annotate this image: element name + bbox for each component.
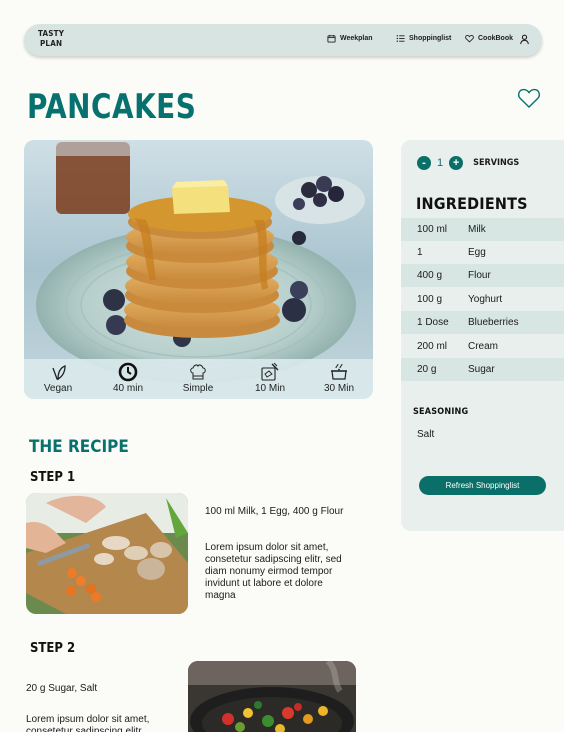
clock-icon [118,362,138,382]
nav-cookbook[interactable]: CookBook [465,34,513,43]
ingredient-name: Yoghurt [468,294,503,305]
ingredient-amount: 400 g [417,270,443,281]
ingredient-row: 200 ml Cream [401,335,564,358]
servings-minus-button[interactable]: - [417,156,431,170]
pan-vegetables-photo [188,661,356,732]
info-prep-label: 10 Min [254,383,285,394]
favorite-heart-icon[interactable] [517,87,541,109]
nav-shoppinglist-label: Shoppinglist [409,35,452,42]
ingredient-name: Flour [468,270,491,281]
info-time: 40 min [98,362,158,394]
ingredient-row: 100 ml Milk [401,218,564,241]
logo[interactable]: TASTY PLAN [38,29,64,49]
page-title: PANCAKES [27,88,197,127]
info-prep: 10 Min [240,362,300,394]
logo-line1: TASTY [38,29,65,38]
chopping-vegetables-photo [26,493,188,614]
ingredient-row: 1 Egg [401,241,564,264]
ingredient-amount: 100 ml [417,224,448,235]
nav-shoppinglist[interactable]: Shoppinglist [396,34,451,43]
info-difficulty-label: Simple [182,383,214,394]
ingredient-name: Blueberries [468,317,519,328]
info-cook: 30 Min [309,362,369,394]
ingredient-amount: 1 [417,247,423,258]
user-icon[interactable] [519,34,530,45]
step-1-ingredients: 100 ml Milk, 1 Egg, 400 g Flour [205,506,344,517]
ingredient-row: 400 g Flour [401,264,564,287]
info-difficulty: Simple [168,362,228,394]
servings-count: 1 [437,157,444,169]
top-nav: TASTY PLAN Weekplan Shoppinglist CookBoo… [24,24,542,56]
ingredient-name: Cream [468,341,499,352]
seasoning-title: SEASONING [413,407,469,417]
prep-board-icon [261,362,279,381]
list-icon [396,35,405,42]
ingredient-amount: 100 g [417,294,443,305]
step-2-image [188,661,356,732]
ingredient-row: 100 g Yoghurt [401,288,564,311]
recipe-heading: THE RECIPE [29,437,129,457]
ingredient-amount: 1 Dose [417,317,449,328]
hero-image: Vegan 40 min Simple 10 Min 30 Min [24,140,373,399]
nav-weekplan[interactable]: Weekplan [327,34,373,43]
info-time-label: 40 min [112,383,143,394]
ingredient-name: Sugar [468,364,495,375]
step-2-ingredients: 20 g Sugar, Salt [26,683,98,694]
refresh-shoppinglist-button[interactable]: Refresh Shoppinglist [419,476,546,495]
vegan-leaf-icon [52,365,66,381]
ingredient-name: Milk [468,224,486,235]
step-2-text: Lorem ipsum dolor sit amet, consetetur s… [26,714,150,732]
ingredient-amount: 200 ml [417,341,448,352]
info-vegan-label: Vegan [43,383,73,394]
recipe-info-bar: Vegan 40 min Simple 10 Min 30 Min [24,359,373,399]
step-1-text: Lorem ipsum dolor sit amet, consetetur s… [205,542,342,601]
ingredient-row: 1 Dose Blueberries [401,311,564,334]
info-cook-label: 30 Min [323,383,354,394]
seasoning-item: Salt [417,429,435,440]
step-2-title: STEP 2 [30,641,76,656]
ingredient-name: Egg [468,247,486,258]
nav-cookbook-label: CookBook [478,35,513,42]
ingredients-title: INGREDIENTS [416,194,528,213]
cooking-pot-icon [331,363,347,380]
step-1-title: STEP 1 [30,470,76,485]
ingredient-amount: 20 g [417,364,437,375]
servings-plus-button[interactable]: + [449,156,464,170]
logo-line2: PLAN [39,39,63,48]
servings-control: - 1 + SERVINGS [417,156,519,170]
step-1-image [26,493,188,614]
chef-hat-icon [190,364,206,380]
calendar-icon [327,34,336,43]
heart-icon [465,34,474,43]
nav-weekplan-label: Weekplan [340,35,373,42]
ingredient-row: 20 g Sugar [401,358,564,381]
servings-label: SERVINGS [473,158,520,168]
info-vegan: Vegan [28,362,88,394]
